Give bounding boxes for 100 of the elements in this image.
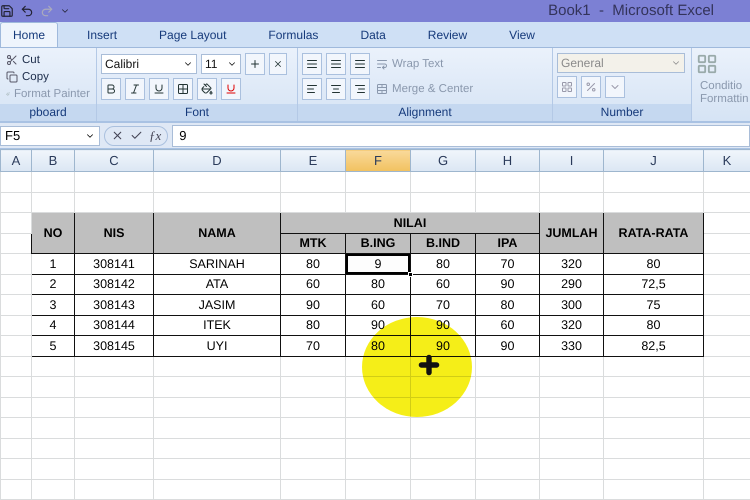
column-header[interactable]: K xyxy=(704,150,750,172)
table-cell: 60 xyxy=(280,274,346,294)
table-cell: 60 xyxy=(410,274,476,294)
table-cell: 70 xyxy=(476,254,540,274)
align-left-icon[interactable] xyxy=(302,78,322,100)
table-header: NIS xyxy=(74,212,154,254)
table-cell: 308141 xyxy=(74,254,154,274)
table-cell: 308143 xyxy=(74,294,154,315)
table-cell: JASIM xyxy=(154,294,280,315)
table-header: NILAI xyxy=(280,212,540,233)
table-cell: 80 xyxy=(476,294,540,315)
cancel-icon[interactable] xyxy=(111,129,124,142)
align-center-icon[interactable] xyxy=(326,78,346,100)
table-cell: 90 xyxy=(280,294,346,315)
table-header: RATA-RATA xyxy=(604,212,704,254)
name-box[interactable]: F5 xyxy=(0,126,100,146)
table-cell: 80 xyxy=(410,254,476,274)
group-label: Alignment xyxy=(298,104,552,121)
table-cell: 80 xyxy=(280,315,346,336)
group-label: Number xyxy=(553,104,691,121)
table-cell: 80 xyxy=(346,274,410,294)
align-bottom-icon[interactable] xyxy=(350,52,370,75)
column-header[interactable]: I xyxy=(540,150,604,172)
insert-function-button[interactable]: ƒx xyxy=(149,128,162,144)
column-header[interactable]: J xyxy=(604,150,704,172)
table-cell: 80 xyxy=(280,254,346,274)
table-cell: 82,5 xyxy=(604,336,704,356)
formula-input[interactable]: 9 xyxy=(172,124,750,146)
ribbon-tab[interactable]: Formulas xyxy=(255,22,332,47)
table-header: B.IND xyxy=(410,233,476,254)
align-right-icon[interactable] xyxy=(350,78,370,100)
ribbon-tab[interactable]: Home xyxy=(0,22,58,47)
column-header[interactable]: B xyxy=(32,150,74,172)
align-top-icon[interactable] xyxy=(302,52,322,75)
table-cell: 3 xyxy=(32,294,74,315)
table-cell: 308142 xyxy=(74,274,154,294)
underline-icon[interactable] xyxy=(149,78,169,100)
table-header: IPA xyxy=(476,233,540,254)
undo-icon[interactable] xyxy=(20,4,34,18)
table-cell: 80 xyxy=(604,254,704,274)
table-header: B.ING xyxy=(346,233,410,254)
column-header[interactable]: H xyxy=(476,150,540,172)
table-cell: 60 xyxy=(476,315,540,336)
table-header: MTK xyxy=(280,233,346,254)
table-cell: 308145 xyxy=(74,336,154,356)
table-cell: 70 xyxy=(280,336,346,356)
table-cell: 330 xyxy=(540,336,604,356)
table-cell: 80 xyxy=(604,315,704,336)
column-header[interactable]: C xyxy=(74,150,154,172)
font-color-icon[interactable] xyxy=(221,78,241,100)
bold-icon[interactable] xyxy=(101,78,121,100)
font-size-field[interactable]: 11 xyxy=(201,54,241,74)
table-cell: 60 xyxy=(346,294,410,315)
group-label: pboard xyxy=(0,104,96,121)
table-cell: 320 xyxy=(540,254,604,274)
table-cell: 290 xyxy=(540,274,604,294)
table-cell: ATA xyxy=(154,274,280,294)
table-cell: UYI xyxy=(154,336,280,356)
table-header: NAMA xyxy=(154,212,280,254)
borders-icon[interactable] xyxy=(173,78,193,100)
table-cell: 320 xyxy=(540,315,604,336)
italic-icon[interactable] xyxy=(125,78,145,100)
save-icon[interactable] xyxy=(0,4,14,18)
column-header[interactable]: G xyxy=(410,150,476,172)
fill-color-icon[interactable] xyxy=(197,78,217,100)
column-header[interactable]: A xyxy=(0,150,32,172)
ribbon-tab[interactable]: Page Layout xyxy=(146,22,240,47)
scissors-icon xyxy=(6,54,18,66)
fill-handle[interactable] xyxy=(408,272,413,276)
percent-icon[interactable] xyxy=(581,76,601,98)
clipboard-button[interactable]: Copy xyxy=(4,70,92,84)
table-cell: 308144 xyxy=(74,315,154,336)
table-cell: 9 xyxy=(346,254,410,274)
column-header[interactable]: F xyxy=(346,150,410,172)
table-cell: 5 xyxy=(32,336,74,356)
table-cell: 1 xyxy=(32,254,74,274)
column-header[interactable]: E xyxy=(280,150,346,172)
font-grow-icon[interactable] xyxy=(245,52,265,75)
font-name-field[interactable]: Calibri xyxy=(101,54,197,74)
ribbon-tab[interactable]: Data xyxy=(347,22,399,47)
ribbon-tab[interactable]: View xyxy=(496,22,548,47)
table-cell: 70 xyxy=(410,294,476,315)
conditional-formatting-icon xyxy=(696,52,718,75)
group-label: Font xyxy=(97,104,297,121)
table-header: NO xyxy=(32,212,74,254)
ribbon-tab[interactable]: Review xyxy=(414,22,480,47)
table-cell: ITEK xyxy=(154,315,280,336)
ribbon-tab[interactable]: Insert xyxy=(74,22,130,47)
table-cell: SARINAH xyxy=(154,254,280,274)
table-cell: 90 xyxy=(476,336,540,356)
table-cell: 72,5 xyxy=(604,274,704,294)
copy-icon xyxy=(6,70,18,83)
align-middle-icon[interactable] xyxy=(326,52,346,75)
column-header[interactable]: D xyxy=(154,150,280,172)
clipboard-button[interactable]: Cut xyxy=(4,52,92,67)
table-cell: 75 xyxy=(604,294,704,315)
table-cell: 90 xyxy=(476,274,540,294)
table-header: JUMLAH xyxy=(540,212,604,254)
window-title: Book1 - Microsoft Excel xyxy=(548,2,715,20)
table-cell: 300 xyxy=(540,294,604,315)
